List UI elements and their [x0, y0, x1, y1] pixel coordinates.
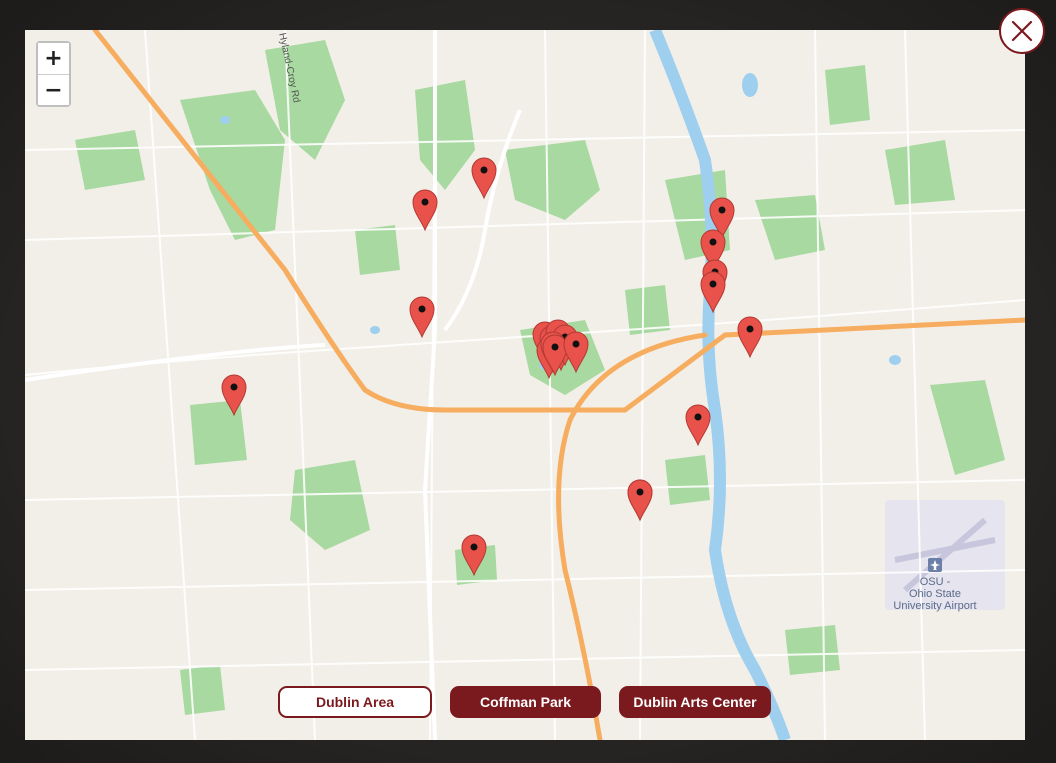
airplane-icon: [928, 558, 942, 572]
location-tabs: Dublin Area Coffman Park Dublin Arts Cen…: [25, 686, 1025, 720]
zoom-in-button[interactable]: +: [38, 43, 69, 74]
airport-label-line3: University Airport: [893, 600, 977, 612]
zoom-control: + −: [36, 41, 71, 107]
zoom-out-button[interactable]: −: [38, 74, 69, 105]
close-icon: [1011, 20, 1033, 42]
airport-label-line1: OSU -: [919, 576, 951, 588]
tab-dublin-arts-center[interactable]: Dublin Arts Center: [619, 686, 771, 718]
map-canvas[interactable]: [25, 30, 1025, 740]
tab-coffman-park[interactable]: Coffman Park: [450, 686, 601, 718]
tab-dublin-area[interactable]: Dublin Area: [278, 686, 432, 718]
airport-label: OSU - Ohio State University Airport: [875, 576, 995, 612]
close-button[interactable]: [999, 8, 1045, 54]
map-modal: Hyland-Croy Rd OSU - Ohio State Universi…: [25, 30, 1025, 740]
airport-label-line2: Ohio State: [909, 588, 961, 600]
